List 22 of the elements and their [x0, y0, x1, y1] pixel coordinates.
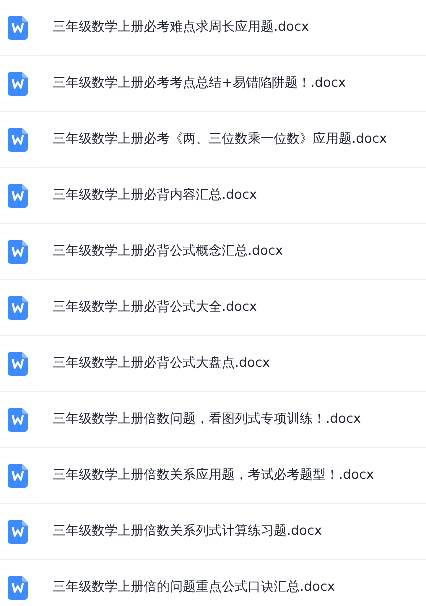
file-name[interactable]: 三年级数学上册必考考点总结+易错陷阱题！.docx: [53, 74, 346, 94]
file-name[interactable]: 三年级数学上册倍数关系应用题，考试必考题型！.docx: [53, 466, 374, 486]
document-icon: [8, 72, 28, 96]
file-name[interactable]: 三年级数学上册必考难点求周长应用题.docx: [53, 18, 310, 38]
document-icon: [8, 408, 28, 432]
document-icon: [8, 296, 28, 320]
document-icon: [8, 520, 28, 544]
file-name[interactable]: 三年级数学上册必背公式大全.docx: [53, 298, 258, 318]
file-name[interactable]: 三年级数学上册必背公式大盘点.docx: [53, 354, 270, 374]
file-name[interactable]: 三年级数学上册倍数问题，看图列式专项训练！.docx: [53, 410, 362, 430]
file-name[interactable]: 三年级数学上册倍的问题重点公式口诀汇总.docx: [53, 578, 336, 598]
file-name[interactable]: 三年级数学上册必背公式概念汇总.docx: [53, 242, 284, 262]
document-icon: [8, 184, 28, 208]
document-icon: [8, 576, 28, 600]
file-name[interactable]: 三年级数学上册必考《两、三位数乘一位数》应用题.docx: [53, 130, 388, 150]
document-icon: [8, 16, 28, 40]
file-name[interactable]: 三年级数学上册倍数关系列式计算练习题.docx: [53, 522, 322, 542]
document-icon: [8, 464, 28, 488]
document-icon: [8, 352, 28, 376]
document-icon: [8, 240, 28, 264]
document-icon: [8, 128, 28, 152]
file-name[interactable]: 三年级数学上册必背内容汇总.docx: [53, 186, 258, 206]
